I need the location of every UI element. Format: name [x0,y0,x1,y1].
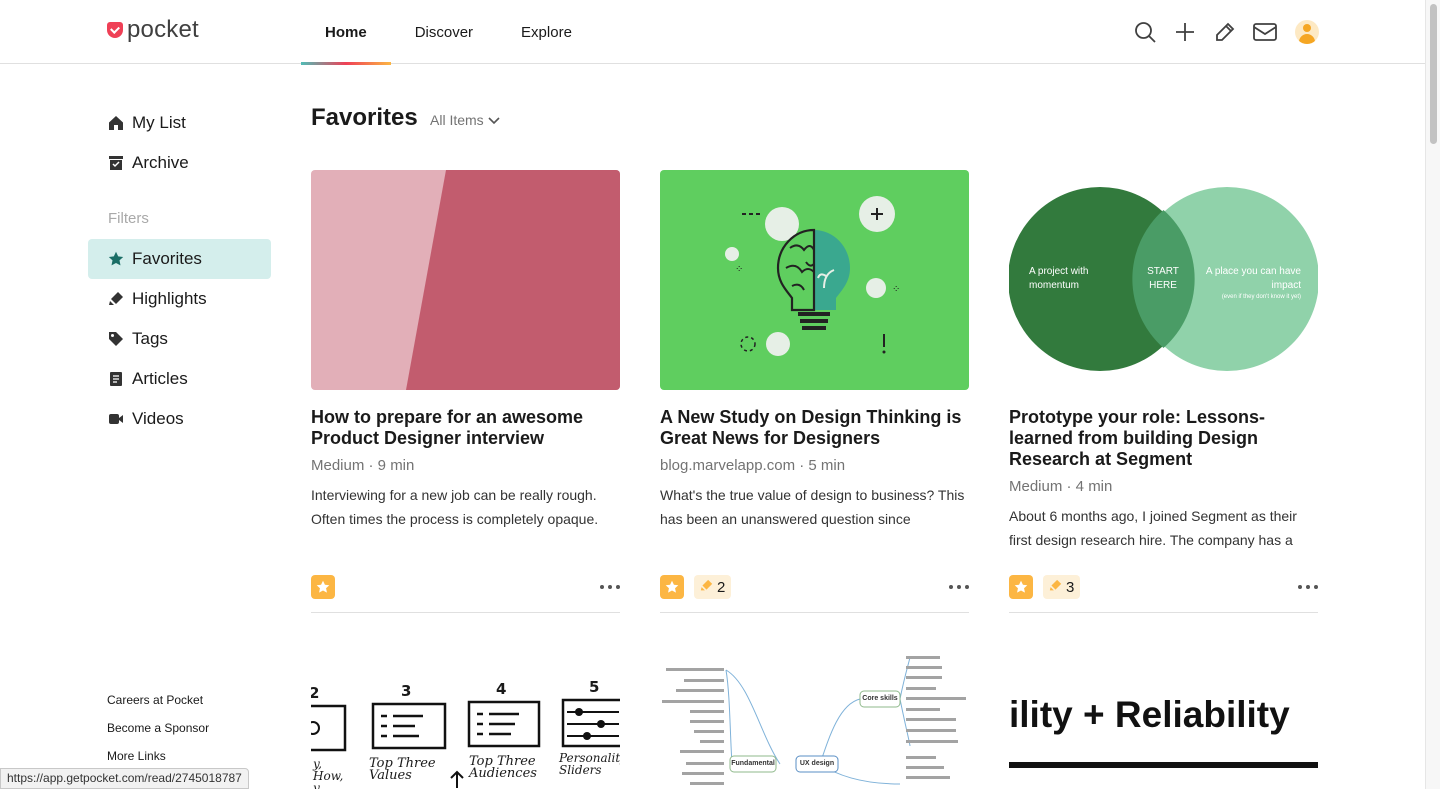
sidebar-item-favorites[interactable]: Favorites [88,239,271,279]
sidebar-item-archive[interactable]: Archive [88,143,271,183]
sketch-label-4: 4 [496,680,507,698]
tab-discover[interactable]: Discover [391,0,497,64]
article-thumbnail[interactable] [311,170,620,390]
archive-icon [108,155,124,171]
mindmap-center-node: UX design [799,760,835,767]
highlights-count: 3 [1066,578,1075,596]
sidebar-item-my-list[interactable]: My List [88,103,271,143]
footer-links: Careers at Pocket Become a Sponsor More … [107,693,209,777]
article-thumbnail[interactable]: ⁘ ⁘ [660,170,969,390]
venn-right-sublabel: (even if they don't know it yet) [1221,294,1301,300]
highlights-count: 2 [717,578,726,596]
article-meta: blog.marvelapp.com · 5 min [660,457,846,474]
sidebar-item-articles[interactable]: Articles [88,359,271,399]
article-meta: Medium · 4 min [1009,478,1113,495]
search-icon[interactable] [1131,18,1159,46]
status-url: https://app.getpocket.com/read/274501878… [0,768,249,789]
more-options-icon[interactable] [1298,581,1318,593]
favorite-button[interactable] [1009,575,1033,599]
sidebar-item-label: Tags [132,329,168,348]
filters-heading: Filters [108,210,149,227]
sidebar-item-label: My List [132,113,186,132]
pocket-logo[interactable]: pocket [107,18,199,42]
tag-icon [108,331,124,347]
sidebar-item-highlights[interactable]: Highlights [88,279,271,319]
article-excerpt: What's the true value of design to busin… [660,487,965,527]
venn-center-label: START HERE [1147,266,1179,291]
top-header: pocket Home Discover Explore [0,0,1425,65]
tab-explore[interactable]: Explore [497,0,596,64]
card-actions [311,575,620,613]
article-card: ⁘ ⁘ A New Study on Design Thinking is Gr… [660,170,969,613]
article-title[interactable]: A New Study on Design Thinking is Great … [660,407,969,449]
more-options-icon[interactable] [600,581,620,593]
sidebar-item-videos[interactable]: Videos [88,399,271,439]
sketch-label-3: 3 [401,682,412,700]
svg-text:⁘: ⁘ [892,284,900,295]
page-title: Favorites [311,104,418,131]
sketch-caption: y, How, y [313,757,344,789]
article-title[interactable]: Prototype your role: Lessons-learned fro… [1009,407,1318,470]
careers-link[interactable]: Careers at Pocket [107,693,209,721]
highlights-badge[interactable]: 3 [1043,575,1081,599]
sidebar-item-label: Articles [132,369,188,388]
favorite-button[interactable] [660,575,684,599]
sketch-label-2: 2 [311,684,320,702]
inbox-icon[interactable] [1251,18,1279,46]
article-card: How to prepare for an awesome Product De… [311,170,620,613]
sketch-caption: Top Three Values [369,756,436,783]
card-actions: 2 [660,575,969,613]
article-icon [108,371,124,387]
item-filter-dropdown[interactable]: All Items [430,112,500,128]
highlighter-icon [700,579,713,596]
sidebar-item-label: Highlights [132,289,207,308]
scrollbar-thumb[interactable] [1430,4,1437,144]
article-thumbnail[interactable]: Fundamental UX design Core skills [660,654,969,789]
sketch-caption: Top Three Audiences [469,754,537,781]
star-icon [108,251,124,267]
sidebar: My List Archive Filters Favorites Highli… [88,103,271,439]
logo-text: pocket [127,16,199,43]
article-card: A project with momentum START HERE A pla… [1009,170,1318,613]
card-actions: 3 [1009,575,1318,613]
article-thumbnail[interactable]: A project with momentum START HERE A pla… [1009,170,1318,390]
avatar[interactable] [1295,20,1319,44]
sketch-label-5: 5 [589,678,600,696]
article-excerpt: About 6 months ago, I joined Segment as … [1009,508,1297,548]
sidebar-item-label: Favorites [132,249,202,268]
sponsor-link[interactable]: Become a Sponsor [107,721,209,749]
sidebar-item-label: Videos [132,409,184,428]
tab-home[interactable]: Home [301,0,391,65]
sidebar-item-tags[interactable]: Tags [88,319,271,359]
video-icon [108,411,124,427]
page-scrollbar[interactable] [1425,0,1440,789]
svg-text:⁘: ⁘ [735,264,743,275]
highlighter-icon [1049,579,1062,596]
favorite-button[interactable] [311,575,335,599]
chevron-down-icon [488,112,500,128]
highlighter-icon [108,291,124,307]
highlights-badge[interactable]: 2 [694,575,732,599]
more-options-icon[interactable] [949,581,969,593]
main-nav: Home Discover Explore [301,0,596,65]
article-thumbnail[interactable]: ility + Reliability [1009,654,1318,789]
banner-text: ility + Reliability [1009,694,1290,735]
venn-right-label: A place you can have impact [1205,266,1301,291]
mindmap-right-node: Core skills [862,695,898,702]
article-meta: Medium · 9 min [311,457,415,474]
pocket-logo-icon [107,22,123,38]
item-filter-label: All Items [430,112,484,128]
article-title[interactable]: How to prepare for an awesome Product De… [311,407,620,449]
sketch-caption: Personality Sliders [559,751,620,777]
article-excerpt: Interviewing for a new job can be really… [311,487,599,527]
article-thumbnail[interactable]: 2 3 4 5 y, How, y Top Three Values Top T… [311,654,620,789]
home-icon [108,115,124,131]
mindmap-left-node: Fundamental [731,760,775,767]
add-icon[interactable] [1171,18,1199,46]
pencil-icon[interactable] [1211,18,1239,46]
sidebar-item-label: Archive [132,153,189,172]
venn-left-label: A project with momentum [1029,266,1089,291]
header-actions [1131,18,1319,46]
